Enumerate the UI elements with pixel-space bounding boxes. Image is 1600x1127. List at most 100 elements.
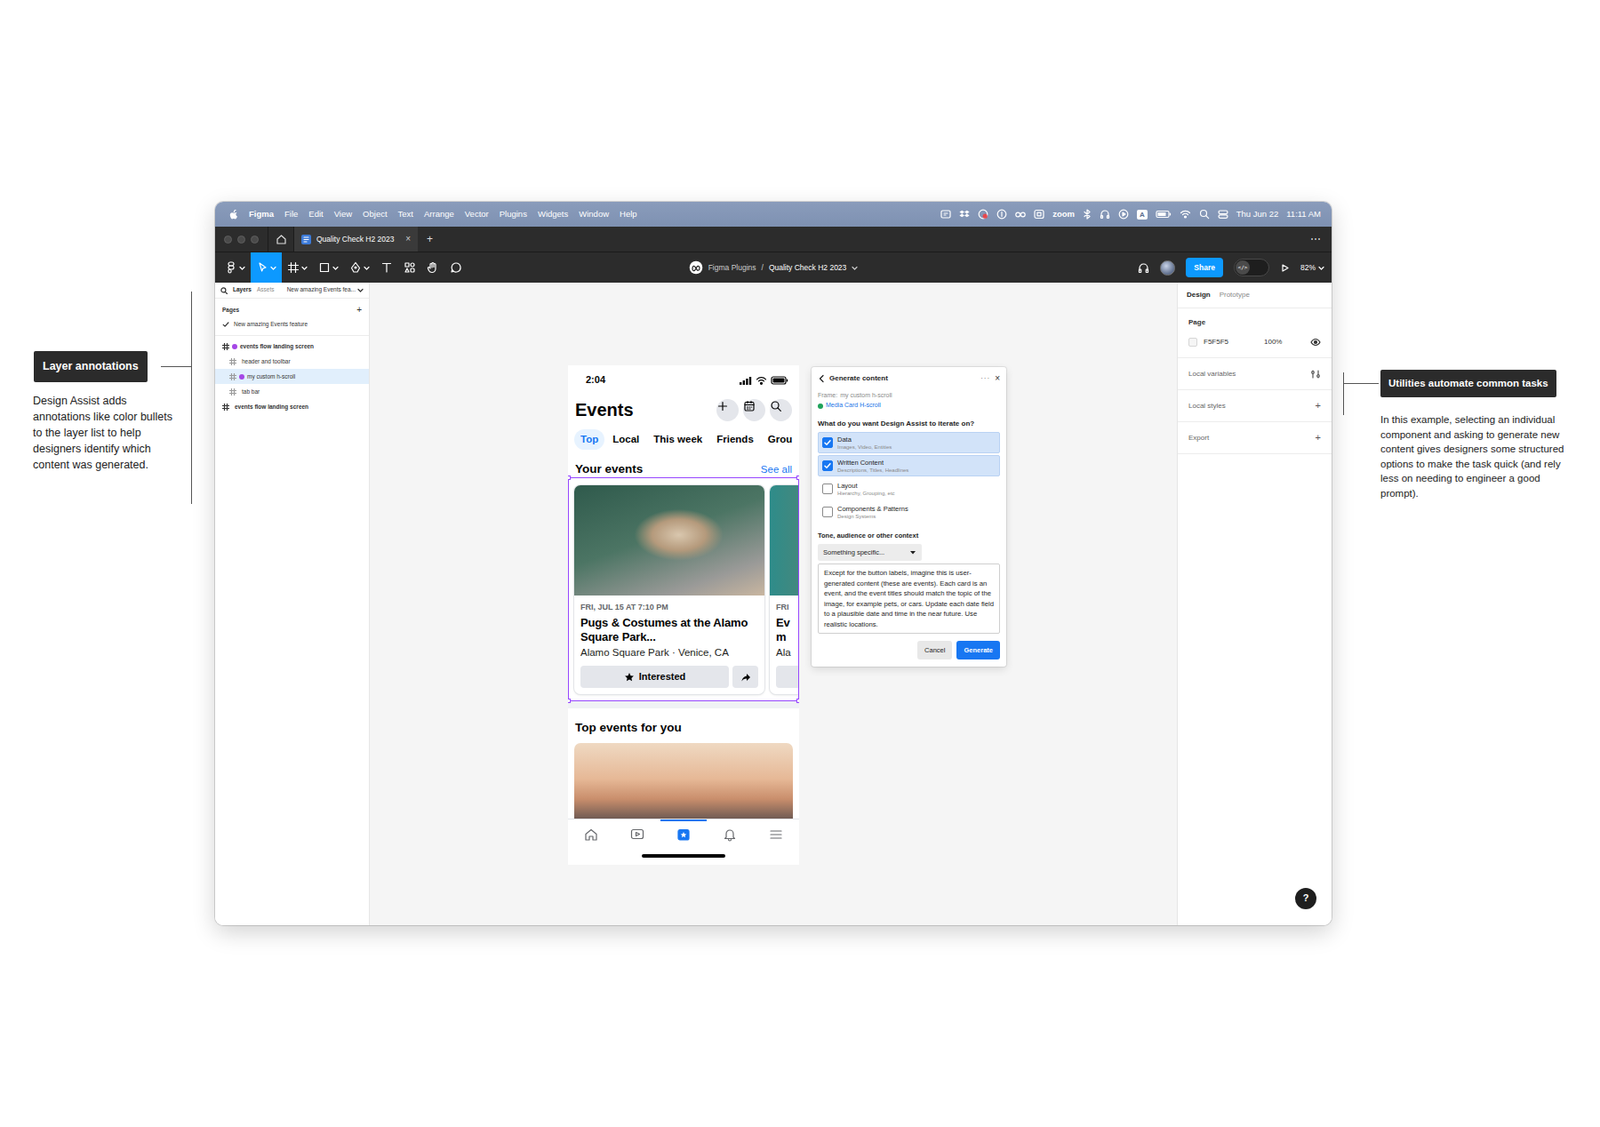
tool-button[interactable]	[421, 252, 445, 283]
file-tab[interactable]: Quality Check H2 2023×	[294, 226, 418, 252]
zoom-status[interactable]: zoom	[1052, 208, 1075, 220]
cancel-button[interactable]: Cancel	[917, 640, 952, 660]
password-icon[interactable]	[996, 208, 1008, 220]
tool-button[interactable]	[250, 252, 282, 283]
context-dropdown[interactable]: Something specific...	[817, 544, 922, 561]
panel-tab[interactable]: Design	[1186, 290, 1211, 300]
plugin-icon[interactable]	[940, 208, 952, 220]
input-source[interactable]: A	[1136, 209, 1148, 220]
present-icon[interactable]	[1280, 263, 1290, 273]
back-icon[interactable]	[817, 374, 825, 384]
close-button[interactable]: ×	[994, 373, 1000, 385]
panel-section[interactable]: Export+	[1177, 422, 1332, 455]
search-button[interactable]	[769, 399, 792, 422]
add-button[interactable]: +	[1315, 400, 1321, 413]
clock-date[interactable]: Thu Jun 22	[1236, 208, 1280, 220]
tool-button[interactable]	[344, 252, 376, 283]
bluetooth-icon[interactable]	[1082, 208, 1092, 220]
fill-swatch[interactable]	[1188, 337, 1198, 347]
glasses-icon[interactable]	[1015, 208, 1026, 220]
menu-item[interactable]: Widgets	[537, 208, 568, 220]
fill-hex[interactable]: F5F5F5	[1203, 337, 1229, 347]
see-all-link[interactable]: See all	[760, 463, 792, 476]
help-button[interactable]: ?	[1295, 888, 1317, 910]
page-item[interactable]: New amazing Events feature	[215, 318, 369, 334]
dev-mode-toggle[interactable]: </>	[1233, 258, 1270, 277]
filter-chip[interactable]: This week	[647, 429, 709, 450]
filter-chip[interactable]: Local	[606, 429, 646, 450]
tool-button[interactable]	[444, 252, 468, 283]
new-tab-button[interactable]: +	[417, 232, 442, 247]
menu-item[interactable]: Help	[619, 208, 638, 220]
add-button[interactable]: +	[1315, 432, 1321, 445]
calendar-button[interactable]	[743, 399, 766, 422]
tab-close[interactable]: ×	[405, 233, 411, 246]
filter-chip[interactable]: Friends	[710, 429, 760, 450]
event-card[interactable]: FRI, JUL 15 AT 7:10 PMPugs & Costumes at…	[574, 485, 765, 695]
menu-item[interactable]: Vector	[464, 208, 489, 220]
menu-item[interactable]: Window	[578, 208, 609, 220]
app-menu[interactable]: Figma	[248, 208, 274, 220]
search-icon[interactable]	[1199, 208, 1210, 220]
menu-item[interactable]: Plugins	[499, 208, 528, 220]
eye-icon[interactable]	[1310, 336, 1321, 348]
headphones-icon[interactable]	[1099, 208, 1111, 220]
wifi-icon[interactable]	[1179, 208, 1192, 220]
apple-icon[interactable]	[229, 208, 239, 220]
filter-chip[interactable]: Top	[574, 429, 605, 450]
panel-section[interactable]: Local styles+	[1177, 390, 1332, 423]
battery-icon[interactable]	[1155, 208, 1172, 220]
phone-tab[interactable]	[752, 819, 800, 848]
menu-item[interactable]: Edit	[308, 208, 323, 220]
tool-button[interactable]	[398, 252, 422, 283]
dropbox-icon[interactable]	[959, 208, 970, 220]
event-photo[interactable]	[574, 743, 793, 819]
panel-section[interactable]: Local variables	[1177, 358, 1332, 391]
menu-item[interactable]: View	[334, 208, 352, 220]
phone-tab[interactable]	[614, 819, 661, 848]
zoom-light[interactable]	[250, 235, 259, 244]
menu-item[interactable]: Text	[398, 208, 414, 220]
more-button[interactable]: ⋯	[1299, 232, 1332, 247]
phone-frame[interactable]: 2:04EventsTopLocalThis weekFriendsGrouYo…	[568, 365, 800, 865]
option-row[interactable]: LayoutHierarchy, Grouping, etc	[817, 478, 1000, 500]
variables-icon[interactable]	[1310, 368, 1321, 380]
generate-button[interactable]: Generate	[956, 640, 1000, 660]
add-page-button[interactable]: +	[356, 306, 362, 314]
page-picker[interactable]: New amazing Events fea...	[287, 286, 364, 294]
fill-opacity[interactable]: 100%	[1264, 337, 1282, 347]
option-row[interactable]: Components & PatternsDesign Systems	[817, 501, 1000, 523]
panel-tab[interactable]: Assets	[256, 286, 275, 294]
media-icon[interactable]	[1118, 208, 1129, 220]
menu-item[interactable]: File	[284, 208, 298, 220]
layer-row[interactable]: events flow landing screen	[215, 399, 369, 415]
component-link[interactable]: Media Card H-scroll	[825, 401, 881, 410]
close-light[interactable]	[224, 235, 232, 244]
menu-item[interactable]: Arrange	[424, 208, 455, 220]
layer-row[interactable]: my custom h-scroll	[215, 368, 369, 384]
share-button[interactable]	[732, 665, 759, 688]
clock-time[interactable]: 11:11 AM	[1286, 208, 1321, 220]
home-tab[interactable]	[267, 226, 295, 252]
h-scroll[interactable]: FRI, JUL 15 AT 7:10 PMPugs & Costumes at…	[568, 477, 800, 702]
option-row[interactable]: DataImages, Video, Entities	[817, 432, 1000, 454]
control-center-icon[interactable]	[1217, 208, 1229, 220]
screen-icon[interactable]	[1033, 208, 1045, 220]
phone-tab[interactable]	[706, 819, 753, 848]
layer-row[interactable]: header and toolbar	[215, 353, 369, 369]
phone-tab[interactable]	[660, 819, 707, 848]
checkbox[interactable]	[822, 460, 833, 472]
search-icon[interactable]	[220, 287, 228, 295]
share-button[interactable]: Share	[1185, 257, 1224, 278]
phone-tab[interactable]	[568, 819, 615, 848]
menu-item[interactable]: Object	[362, 208, 387, 220]
option-row[interactable]: Written ContentDescriptions, Titles, Hea…	[817, 455, 1000, 477]
interested-button[interactable]	[776, 665, 800, 688]
filter-chip[interactable]: Grou	[761, 429, 799, 450]
checkbox[interactable]	[822, 437, 833, 448]
panel-tab[interactable]: Prototype	[1219, 290, 1250, 300]
user-avatar[interactable]	[1160, 260, 1176, 276]
file-name[interactable]: Quality Check H2 2023	[768, 263, 847, 273]
minimize-light[interactable]	[237, 235, 246, 244]
tool-button[interactable]	[375, 252, 399, 283]
